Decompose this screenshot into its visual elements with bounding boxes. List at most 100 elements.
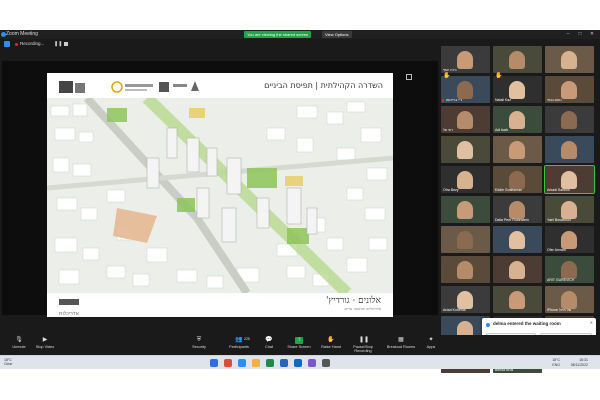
chat-button[interactable]: 💬 Chat bbox=[252, 337, 286, 353]
pause-stop-recording-button[interactable]: ❚❚ Pause/Stop Recording bbox=[346, 337, 380, 353]
microphone-icon: 🎙 bbox=[15, 337, 23, 343]
toolbar-label: Pause/Stop Recording bbox=[353, 345, 373, 353]
participant-tile[interactable]: Aviad Kohenia bbox=[441, 286, 490, 313]
presentation-slide: השדרה הקהילתית | תפיסת הביניים אדריכלות … bbox=[47, 73, 393, 317]
toolbar-label: Unmute bbox=[12, 345, 26, 349]
weather-widget[interactable]: 18°C Clear bbox=[4, 358, 12, 366]
participant-tile[interactable]: רוני אל bbox=[441, 106, 490, 133]
chat-icon: 💬 bbox=[265, 337, 273, 343]
waiting-room-message: delma entered the waiting room bbox=[493, 321, 561, 326]
zoom-taskbar-icon[interactable] bbox=[238, 359, 246, 367]
breakout-rooms-button[interactable]: ▦ Breakout Rooms bbox=[384, 337, 418, 353]
maximize-icon[interactable]: □ bbox=[575, 30, 585, 39]
participant-count: 225 bbox=[244, 337, 250, 341]
participant-video bbox=[509, 171, 525, 189]
participant-tile[interactable] bbox=[441, 136, 490, 163]
participant-tile[interactable]: Ofra Bezy bbox=[441, 166, 490, 193]
raised-hand-icon: ✋ bbox=[495, 73, 503, 79]
muted-mic-icon bbox=[442, 99, 444, 102]
participant-tile[interactable] bbox=[441, 226, 490, 253]
participant-video bbox=[509, 291, 525, 309]
participant-tile[interactable]: iPhone של מיכל bbox=[545, 286, 594, 313]
stop-video-button[interactable]: ▶ Stop Video bbox=[28, 337, 62, 353]
participant-video bbox=[457, 111, 473, 129]
raise-hand-button[interactable]: ✋ Raise Hand bbox=[314, 337, 348, 353]
close-icon[interactable]: ✕ bbox=[590, 320, 593, 325]
participant-video bbox=[457, 231, 473, 249]
edge-icon[interactable] bbox=[294, 359, 302, 367]
slide-footer-logo: אדריכלות bbox=[59, 299, 79, 317]
participant-tile[interactable]: Natali Kaz bbox=[493, 76, 542, 103]
close-icon[interactable]: ✕ bbox=[587, 30, 597, 39]
word-icon[interactable] bbox=[280, 359, 288, 367]
desktop-screen: Zoom Meeting You are viewing the shared … bbox=[0, 0, 600, 400]
participant-tile[interactable]: Ofer Amram bbox=[545, 226, 594, 253]
expand-gallery-icon[interactable] bbox=[406, 74, 412, 80]
participant-video bbox=[561, 291, 577, 309]
participant-tile[interactable] bbox=[493, 226, 542, 253]
participant-tile[interactable] bbox=[545, 46, 594, 73]
apps-button[interactable]: ✦ Apps bbox=[414, 337, 448, 353]
shared-screen-area: השדרה הקהילתית | תפיסת הביניים אדריכלות … bbox=[2, 61, 438, 317]
participant-video bbox=[509, 141, 525, 159]
participant-tile[interactable]: נחום גבאי bbox=[545, 76, 594, 103]
taskbar-clock[interactable]: 18:31 08/11/2022 bbox=[571, 358, 588, 367]
participant-tile[interactable]: Yael Bonamoor bbox=[545, 196, 594, 223]
minimize-icon[interactable]: – bbox=[563, 30, 573, 39]
participant-name: Ofer Amram bbox=[547, 248, 566, 252]
security-button[interactable]: ⛨ Security bbox=[182, 337, 216, 353]
participant-tile[interactable]: Adi barb bbox=[493, 106, 542, 133]
search-icon[interactable] bbox=[322, 359, 330, 367]
participant-tile[interactable] bbox=[441, 196, 490, 223]
participant-tile[interactable] bbox=[493, 136, 542, 163]
participant-tile[interactable] bbox=[493, 46, 542, 73]
chrome-icon[interactable] bbox=[224, 359, 232, 367]
pause-recording-icon[interactable]: ❚❚ bbox=[54, 39, 62, 49]
recording-dot-icon bbox=[15, 43, 18, 46]
participant-tile[interactable]: ג'יי ברייטמן bbox=[441, 76, 490, 103]
participant-name: Dalia Peer Rubinstein bbox=[495, 218, 529, 222]
tray-language: ENG bbox=[552, 362, 560, 367]
participant-name: נחום גבאי bbox=[547, 98, 562, 102]
weather-desc: Clear bbox=[4, 362, 13, 366]
firm-name: אלונים · גורדיץ' bbox=[326, 296, 381, 306]
window-title: Zoom Meeting bbox=[6, 31, 38, 37]
participant-tile[interactable] bbox=[545, 106, 594, 133]
tray-temp: 18°C bbox=[552, 358, 560, 362]
hand-icon: ✋ bbox=[327, 337, 335, 343]
stop-recording-icon[interactable] bbox=[64, 42, 68, 46]
slide-title: השדרה הקהילתית | תפיסת הביניים bbox=[264, 81, 383, 90]
toolbar-label: Stop Video bbox=[35, 345, 55, 349]
participants-button[interactable]: 👥 225 Participants bbox=[222, 337, 256, 353]
recording-label: Recording... bbox=[20, 41, 45, 46]
slide-footer-left-text: אדריכלות bbox=[59, 311, 79, 317]
participant-video bbox=[457, 81, 473, 99]
participant-name: Natali Kaz bbox=[495, 98, 511, 102]
participant-tile[interactable]: נירה יוסף bbox=[441, 46, 490, 73]
security-shield-icon[interactable] bbox=[4, 41, 10, 47]
view-options-button[interactable]: View Options bbox=[322, 31, 352, 38]
participants-icon: 👥 bbox=[235, 337, 243, 343]
participant-tile[interactable] bbox=[441, 256, 490, 283]
slide-logos bbox=[59, 79, 209, 93]
firm-logo-icon bbox=[59, 299, 79, 305]
participant-tile[interactable]: Arkadi Sankoo bbox=[544, 165, 595, 194]
participant-video bbox=[457, 171, 473, 189]
participant-tile[interactable]: Eddie Gottesman bbox=[493, 166, 542, 193]
participant-tile[interactable]: ARIT GUREVICH bbox=[545, 256, 594, 283]
system-tray[interactable]: 18°C ENG bbox=[552, 358, 560, 367]
city-block-map-icon bbox=[47, 98, 393, 293]
participant-video bbox=[509, 81, 525, 99]
file-explorer-icon[interactable] bbox=[252, 359, 260, 367]
share-screen-button[interactable]: ↑ Share Screen bbox=[282, 337, 316, 353]
teams-icon[interactable] bbox=[308, 359, 316, 367]
participant-name: iPhone של מיכל bbox=[547, 308, 572, 312]
participant-tile[interactable] bbox=[493, 286, 542, 313]
pause-icon: ❚❚ bbox=[359, 337, 370, 343]
participant-tile[interactable] bbox=[493, 256, 542, 283]
windows-start-icon[interactable] bbox=[210, 359, 218, 367]
participant-tile[interactable] bbox=[545, 136, 594, 163]
excel-icon[interactable] bbox=[266, 359, 274, 367]
participant-tile[interactable]: Dalia Peer Rubinstein bbox=[493, 196, 542, 223]
windows-taskbar: 18°C Clear 18°C ENG 18:31 08/11/2022 bbox=[0, 355, 600, 369]
